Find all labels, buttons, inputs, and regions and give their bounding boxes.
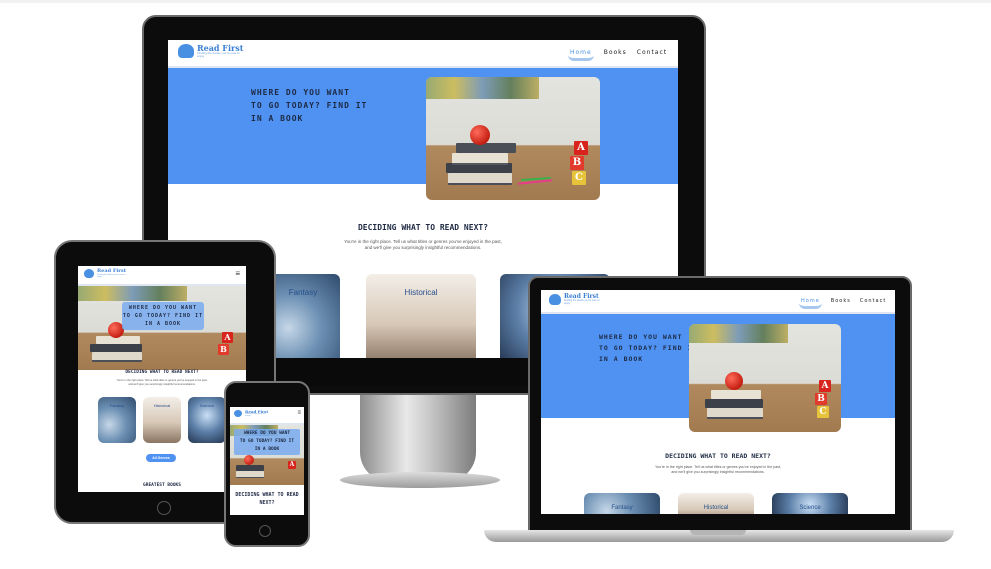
tablet-logo[interactable]: Read First Finding the books you're sure… xyxy=(84,269,127,279)
laptop-screen: Read First Finding the books you're sure… xyxy=(541,290,895,514)
nav-home-link[interactable]: Home xyxy=(568,49,594,61)
hero-heading: WHERE DO YOU WANT TO GO TODAY? FIND IT I… xyxy=(599,332,697,365)
monitor-neck xyxy=(360,392,476,482)
section-title: DECIDING WHAT TO READ NEXT? xyxy=(235,492,299,506)
hero-heading-line-1: WHERE DO YOU WANT xyxy=(243,431,291,436)
hero-heading-line-1: WHERE DO YOU WANT xyxy=(128,305,198,311)
section-text-line-2: and we'll give you surprisingly insightf… xyxy=(671,469,765,474)
hero-image-apple-books: A B C xyxy=(689,324,841,432)
phone-logo[interactable]: Read First Finding the books you're sure… xyxy=(234,410,268,418)
hamburger-menu-icon[interactable]: ≡ xyxy=(297,410,301,416)
block-c: C xyxy=(572,171,586,185)
block-a: A xyxy=(222,332,233,343)
book-logo-icon xyxy=(84,269,94,279)
hero-heading-line-2: TO GO TODAY? FIND IT xyxy=(239,439,295,444)
phone-navbar: Read First Finding the books you're sure… xyxy=(230,407,304,425)
genre-card-fantasy[interactable]: Fantasy xyxy=(98,397,136,443)
phone-home-button[interactable] xyxy=(259,525,271,537)
hero-heading: WHERE DO YOU WANT TO GO TODAY? FIND IT I… xyxy=(234,429,300,454)
book-logo-icon xyxy=(234,410,242,418)
genre-card-science[interactable]: Science xyxy=(188,397,226,443)
phone-hero-text-box: WHERE DO YOU WANT TO GO TODAY? FIND IT I… xyxy=(234,429,300,455)
block-b: B xyxy=(570,156,584,170)
tablet-screen: Read First Finding the books you're sure… xyxy=(78,266,246,492)
nav-books-link[interactable]: Books xyxy=(604,49,627,61)
hero-heading-line-2: TO GO TODAY? FIND IT xyxy=(251,101,368,110)
section-title: DECIDING WHAT TO READ NEXT? xyxy=(665,452,771,460)
genre-card-fantasy[interactable]: Fantasy xyxy=(584,493,660,514)
genre-card-fantasy[interactable]: Fantasy xyxy=(266,274,340,358)
block-a: A xyxy=(574,141,588,155)
apple xyxy=(470,125,490,145)
logo-tagline: Finding the books you're sure to enjoy xyxy=(564,299,600,305)
hero-heading-line-3: IN A BOOK xyxy=(254,447,280,452)
desktop-hero: WHERE DO YOU WANT TO GO TODAY? FIND IT I… xyxy=(168,68,678,200)
tablet-home-button[interactable] xyxy=(157,501,171,515)
block-a: A xyxy=(288,461,296,469)
block-b: B xyxy=(218,344,229,355)
block-a: A xyxy=(819,380,831,392)
laptop-logo[interactable]: Read First Finding the books you're sure… xyxy=(549,294,600,306)
laptop-notch xyxy=(690,530,746,535)
hero-heading: WHERE DO YOU WANT TO GO TODAY? FIND IT I… xyxy=(122,302,204,328)
greatest-books-heading: GREATEST BOOKS xyxy=(143,483,181,488)
laptop-hero: WHERE DO YOU WANT TO GO TODAY? FIND IT I… xyxy=(541,314,895,432)
genre-label-fantasy: Fantasy xyxy=(288,288,318,297)
section-text-line-2: and we'll give you surprisingly insightf… xyxy=(128,382,196,386)
logo-tagline: Finding the books you're sure to enjoy xyxy=(245,414,266,417)
genre-label-science: Science xyxy=(799,505,821,511)
block-c: C xyxy=(817,406,829,418)
genre-label-fantasy: Fantasy xyxy=(109,403,125,408)
hero-heading-line-3: IN A BOOK xyxy=(144,321,182,327)
hero-image-apple-books: A B C xyxy=(426,77,600,200)
laptop-navbar: Read First Finding the books you're sure… xyxy=(541,290,895,314)
nav-contact-link[interactable]: Contact xyxy=(860,298,886,309)
section-title: DECIDING WHAT TO READ NEXT? xyxy=(125,370,199,375)
page-top-rule xyxy=(0,0,991,3)
genre-card-historical[interactable]: Historical xyxy=(143,397,181,443)
hero-heading-line-1: WHERE DO YOU WANT xyxy=(599,333,683,341)
section-title: DECIDING WHAT TO READ NEXT? xyxy=(357,223,489,232)
genre-label-historical: Historical xyxy=(404,288,438,297)
book-logo-icon xyxy=(178,44,194,59)
nav-contact-link[interactable]: Contact xyxy=(637,49,667,61)
section-text: You're in the right place. Tell us what … xyxy=(78,379,246,386)
hero-heading-line-2: TO GO TODAY? FIND IT xyxy=(599,344,698,352)
monitor-base xyxy=(340,472,500,488)
phone-screen: Read First Finding the books you're sure… xyxy=(230,407,304,515)
logo-tagline: Finding the books you're sure to enjoy xyxy=(197,51,240,59)
genre-card-historical[interactable]: Historical xyxy=(678,493,754,514)
tablet-hero-text-box: WHERE DO YOU WANT TO GO TODAY? FIND IT I… xyxy=(122,302,204,330)
tablet-navbar: Read First Finding the books you're sure… xyxy=(78,266,246,286)
genre-label-historical: Historical xyxy=(153,403,171,408)
hero-heading-line-2: TO GO TODAY? FIND IT xyxy=(122,313,204,319)
hero-heading-line-3: IN A BOOK xyxy=(599,355,644,363)
genre-label-historical: Historical xyxy=(703,505,729,511)
genre-card-historical[interactable]: Historical xyxy=(366,274,476,358)
all-genres-button[interactable]: All Genres xyxy=(146,454,176,462)
genre-card-science[interactable]: Science xyxy=(772,493,848,514)
hero-heading: WHERE DO YOU WANT TO GO TODAY? FIND IT I… xyxy=(251,86,367,125)
section-text: You're in the right place. Tell us what … xyxy=(541,465,895,475)
hamburger-menu-icon[interactable]: ≡ xyxy=(235,269,240,278)
genre-label-science: Science xyxy=(199,403,215,408)
desktop-logo[interactable]: Read First Finding the books you're sure… xyxy=(178,44,243,59)
logo-tagline: Finding the books you're sure to enjoy xyxy=(97,274,126,279)
nav-books-link[interactable]: Books xyxy=(831,298,851,309)
genre-label-fantasy: Fantasy xyxy=(611,505,633,511)
hero-heading-line-3: IN A BOOK xyxy=(251,114,304,123)
nav-home-link[interactable]: Home xyxy=(799,298,822,309)
block-b: B xyxy=(815,393,827,405)
desktop-navbar: Read First Finding the books you're sure… xyxy=(168,40,678,68)
hero-heading-line-1: WHERE DO YOU WANT xyxy=(251,88,350,97)
book-logo-icon xyxy=(549,294,561,306)
